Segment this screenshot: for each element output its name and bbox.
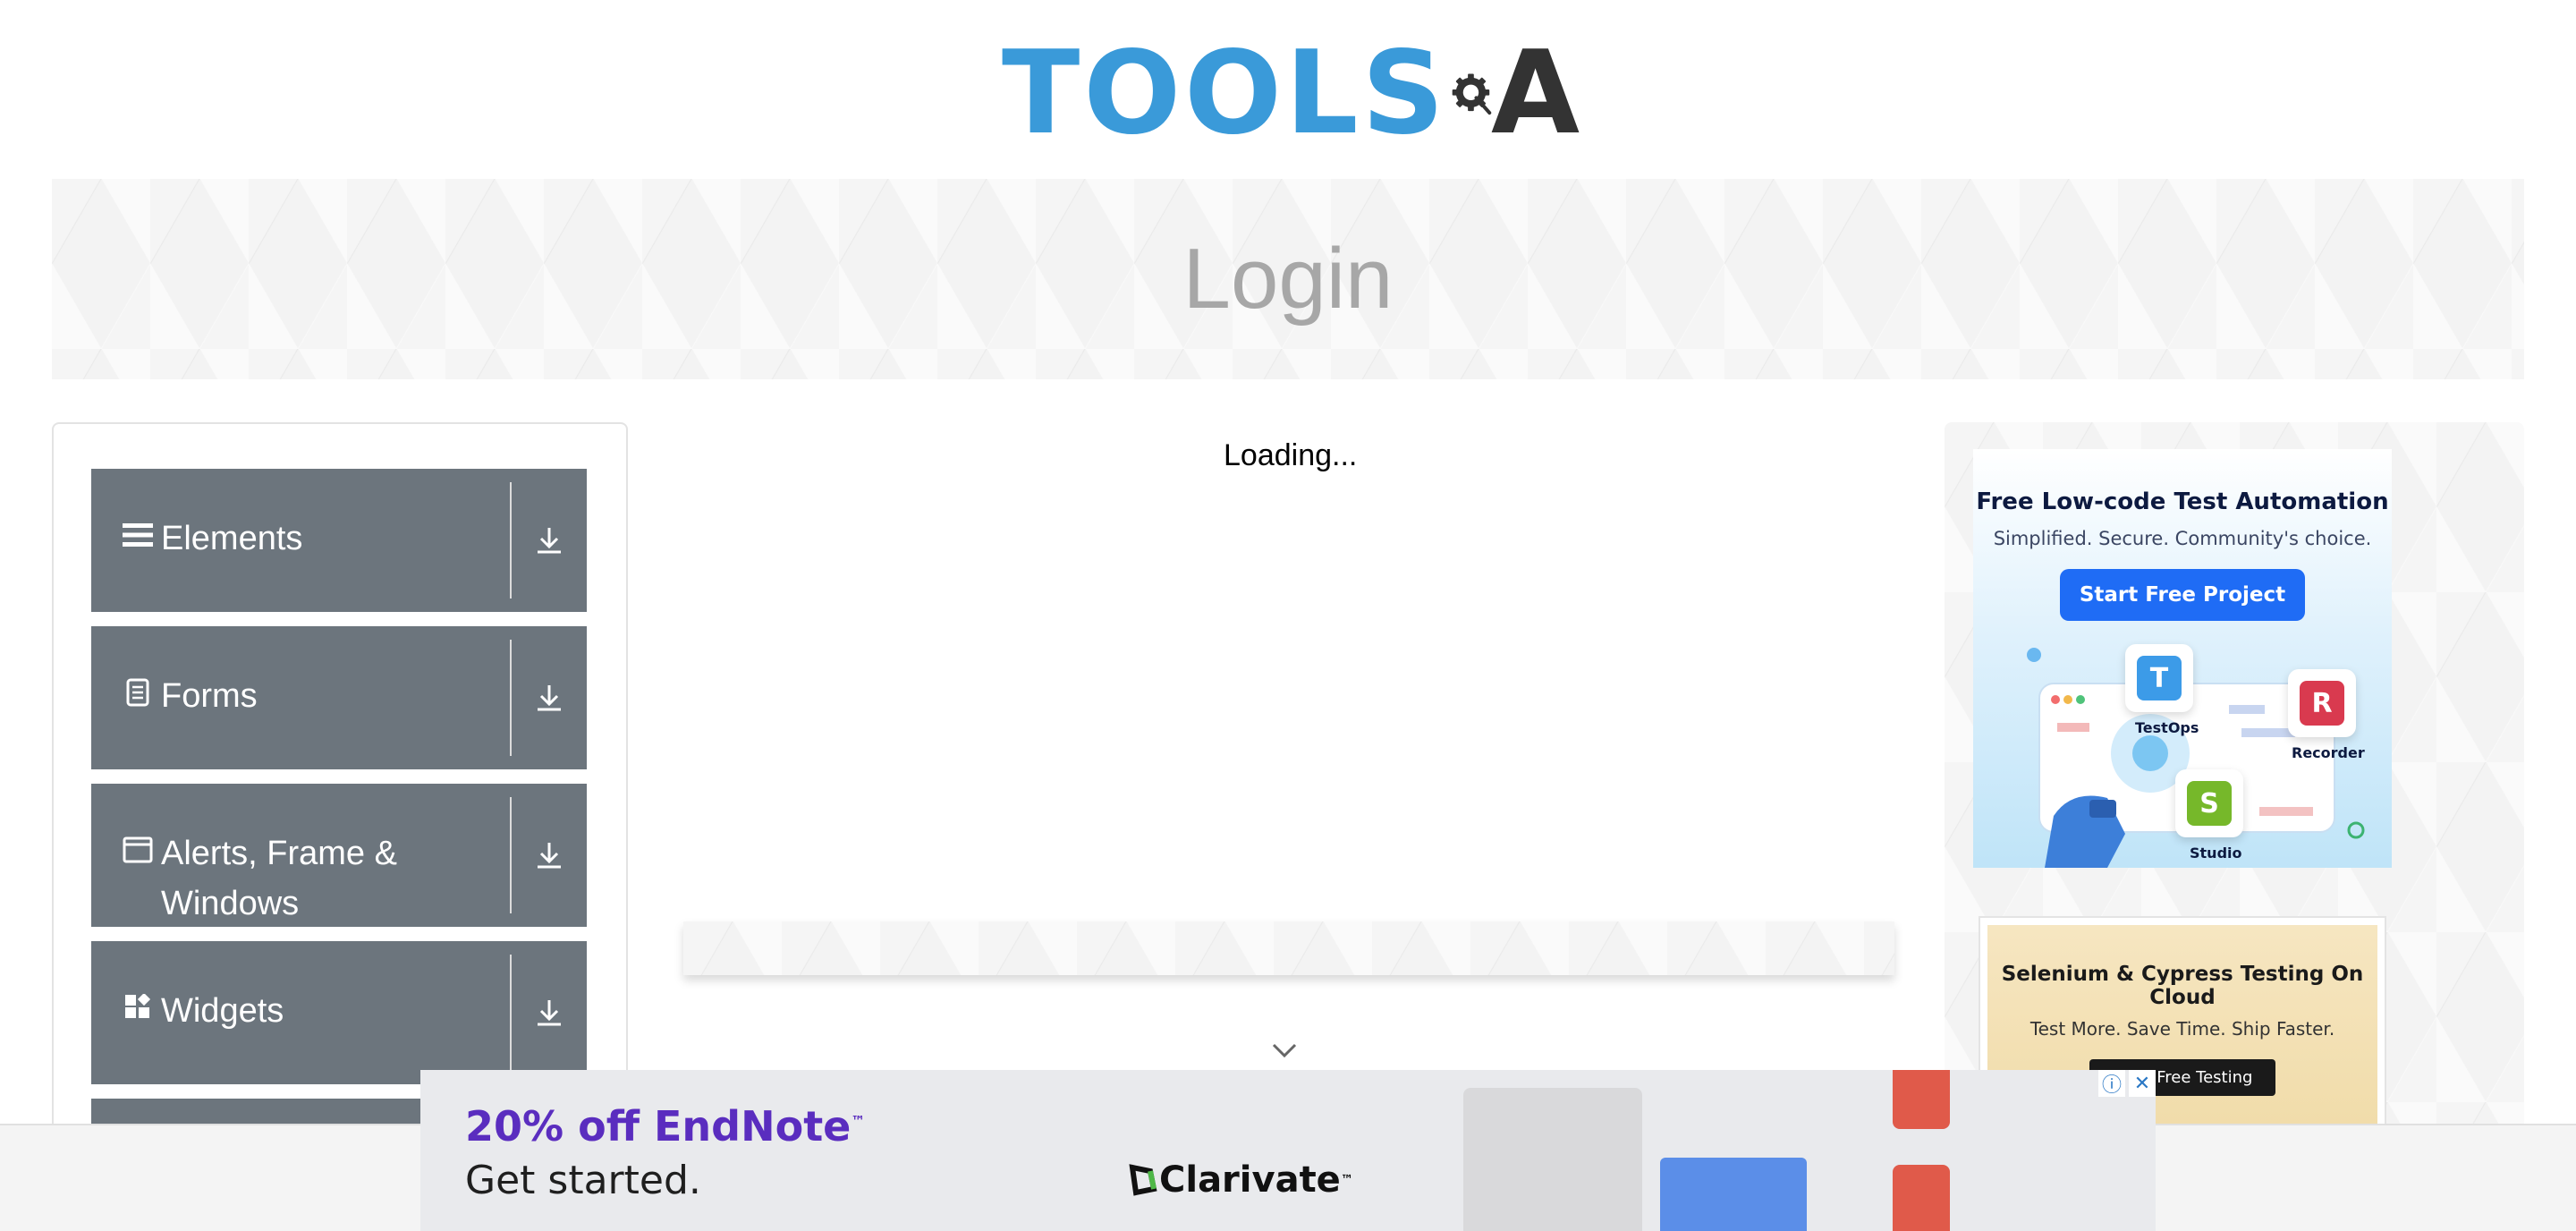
download-arrow-icon[interactable]	[512, 626, 587, 769]
sidebar-group-label: Alerts, Frame & Windows	[161, 828, 397, 929]
brand-name: Clarivate	[1159, 1159, 1341, 1201]
download-arrow-icon[interactable]	[512, 941, 587, 1084]
ad-subtitle: Simplified. Secure. Community's choice.	[1993, 528, 2372, 549]
download-arrow-icon[interactable]	[512, 784, 587, 927]
studio-letter: S	[2187, 781, 2232, 826]
product-label-studio: Studio	[2190, 845, 2242, 862]
hamburger-icon	[122, 519, 154, 551]
product-label-recorder: Recorder	[2292, 744, 2365, 761]
studio-logo: S	[2175, 769, 2243, 837]
ad-decor-block	[1660, 1158, 1807, 1231]
logo-text-tools: TOOLS	[1002, 27, 1448, 160]
recorder-letter: R	[2300, 681, 2344, 726]
ad-decor-block	[1893, 1165, 1950, 1231]
sidebar-group-forms[interactable]: Forms	[91, 626, 587, 769]
ad-controls: ⓘ ✕	[2098, 1070, 2156, 1100]
ad-close-icon[interactable]: ✕	[2129, 1070, 2156, 1097]
ad-cta: Get started.	[465, 1158, 701, 1203]
ad-decor-block	[1463, 1088, 1642, 1231]
product-label-testops: TestOps	[2135, 719, 2199, 736]
toolsqa-logo[interactable]: TOOLS A	[1002, 27, 1583, 161]
sidebar-group-elements[interactable]: Elements	[91, 469, 587, 612]
clarivate-mark-icon	[1129, 1164, 1157, 1196]
ad-subtitle: Test More. Save Time. Ship Faster.	[2029, 1018, 2335, 1040]
katalon-ad[interactable]: Free Low-code Test Automation Simplified…	[1973, 449, 2392, 868]
testops-letter: T	[2137, 656, 2182, 700]
widgets-icon	[122, 991, 154, 1023]
download-arrow-icon[interactable]	[512, 469, 587, 612]
label-line-2: Windows	[161, 885, 300, 922]
sidebar-group-widgets[interactable]: Widgets	[91, 941, 587, 1084]
testops-logo: T	[2125, 644, 2193, 712]
clarivate-logo: Clarivate ™	[1123, 1159, 1353, 1201]
sidebar-group-label: Elements	[161, 520, 303, 557]
endnote-ad[interactable]: 20% off EndNote™ Get started. Clarivate ™	[420, 1070, 2156, 1231]
sidebar-group-label: Widgets	[161, 992, 284, 1030]
trademark-mark: ™	[851, 1112, 866, 1130]
recorder-logo: R	[2288, 669, 2356, 737]
sidebar-group-alerts-frame-windows[interactable]: Alerts, Frame & Windows	[91, 784, 587, 927]
document-icon	[122, 676, 154, 709]
content-footer-strip	[683, 921, 1894, 975]
start-free-project-button[interactable]: Start Free Project	[2059, 569, 2306, 621]
ad-decor-block	[1893, 1070, 1950, 1129]
window-icon	[122, 834, 154, 866]
loading-text: Loading...	[1224, 438, 1358, 472]
trademark-mark: ™	[1340, 1173, 1353, 1187]
page-banner: Login	[52, 179, 2524, 379]
sidebar-group-label: Forms	[161, 677, 258, 715]
label-line-1: Alerts, Frame &	[161, 835, 397, 872]
ad-info-icon[interactable]: ⓘ	[2098, 1070, 2125, 1097]
page-title: Login	[1182, 231, 1394, 327]
ad-promo-text: 20% off EndNote	[465, 1102, 852, 1150]
gear-magnifier-icon	[1452, 73, 1491, 115]
ad-promo: 20% off EndNote™	[465, 1102, 865, 1150]
chevron-down-icon[interactable]	[1268, 1038, 1301, 1063]
logo-text-a: A	[1490, 27, 1583, 160]
ad-title: Free Low-code Test Automation	[1976, 488, 2389, 515]
ad-title: Selenium & Cypress Testing On Cloud	[2001, 963, 2364, 1009]
